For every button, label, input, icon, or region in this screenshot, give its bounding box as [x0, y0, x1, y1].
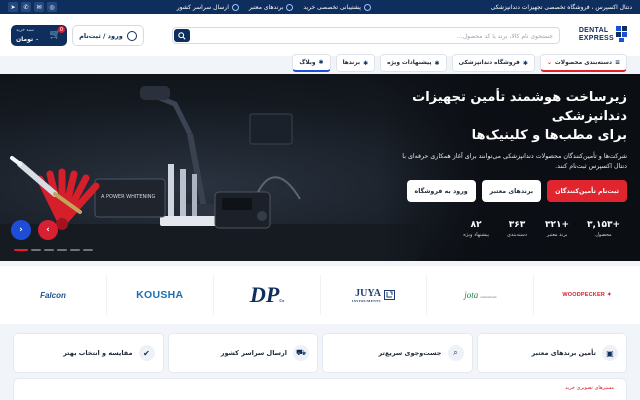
cart-count-badge: 0: [58, 26, 65, 33]
perk-brands: برندهای معتبر: [249, 3, 294, 11]
features-row: ▣ تأمین برندهای معتبر ⌕ جست‌وجوی سریع‌تر…: [13, 333, 627, 373]
cart-label: سبد خرید: [16, 28, 34, 33]
stat-products: +۳,۱۵۳ محصول: [587, 220, 620, 238]
slider-dot[interactable]: [14, 249, 28, 251]
slider-dot[interactable]: [83, 249, 93, 251]
slider-next-button[interactable]: ›: [11, 220, 31, 240]
slider-dot[interactable]: [44, 249, 54, 251]
search-button[interactable]: [174, 29, 190, 42]
whatsapp-icon[interactable]: ✆: [21, 2, 32, 12]
hero-description: شرکت‌ها و تأمین‌کنندگان محصولات دندانپزش…: [402, 153, 627, 170]
stat-brands: +۳۲۱ برند معتبر: [545, 220, 570, 238]
site-tagline: دنتال اکسپرس ، فروشگاه تخصصی تجهیزات دند…: [490, 3, 632, 11]
stat-categories: ۳۶۳ دسته‌بندی: [506, 220, 528, 238]
chevron-down-icon: ⌄: [546, 59, 552, 66]
hero-cta-group: ثبت‌نام تأمین‌کنندگان برندهای معتبر ورود…: [406, 180, 627, 202]
star-icon: ✱: [318, 59, 324, 66]
menu-icon: ≡: [614, 59, 620, 66]
user-icon: [126, 30, 137, 41]
nav-blog[interactable]: ✱ وبلاگ: [292, 54, 331, 72]
brands-strip: ✦ WOODPECKER jota switzerland JUYA INSTRUME…: [0, 266, 640, 324]
feature-fast-search: ⌕ جست‌وجوی سریع‌تر: [322, 333, 473, 373]
logo-mark-icon: [616, 26, 628, 42]
slider-dot[interactable]: [70, 249, 80, 251]
chevron-right-icon: ›: [19, 225, 23, 235]
instagram-icon[interactable]: ◎: [47, 2, 58, 12]
feature-trusted-brands: ▣ تأمین برندهای معتبر: [476, 333, 627, 373]
hero-text-block: زیرساخت هوشمند تأمین تجهیزات دندانپزشکی …: [402, 88, 627, 172]
nav-categories[interactable]: ≡ دسته‌بندی محصولات ⌄: [539, 54, 627, 72]
nav-dental-store[interactable]: ✱ فروشگاه دندانپزشکی: [451, 54, 535, 72]
hero-dental-equipment-image: A POWER WHITENING: [0, 86, 420, 261]
star-icon: ✱: [434, 59, 440, 67]
trusted-brands-button[interactable]: برندهای معتبر: [481, 180, 542, 202]
perks-list: پشتیبانی تخصصی خرید برندهای معتبر ارسال …: [177, 3, 371, 11]
brand-logo-woodpecker[interactable]: ✦ WOODPECKER: [533, 275, 640, 315]
cart-value: ۰ تومان: [16, 36, 39, 43]
perk-support: پشتیبانی تخصصی خرید: [303, 3, 371, 11]
nav-special-offers[interactable]: ✱ پیشنهادات ویژه: [380, 54, 447, 72]
logo-text-line1: DENTAL: [578, 27, 609, 34]
chevron-left-icon: ‹: [46, 225, 50, 235]
hero-stats: +۳,۱۵۳ محصول +۳۲۱ برند معتبر ۳۶۳ دسته‌بن…: [463, 220, 620, 238]
site-logo[interactable]: DENTAL EXPRESS: [566, 24, 628, 46]
brand-logo-kousha[interactable]: KOUSHA: [105, 275, 213, 315]
nav-brands[interactable]: ✱ برندها: [335, 54, 376, 72]
woodpecker-bird-icon: ✦: [607, 292, 612, 298]
login-label: ورود / ثبت‌نام: [79, 31, 123, 40]
telegram-icon[interactable]: ➤: [8, 2, 19, 12]
truck-icon: [231, 3, 239, 11]
top-info-bar: دنتال اکسپرس ، فروشگاه تخصصی تجهیزات دند…: [0, 0, 640, 14]
login-button[interactable]: ورود / ثبت‌نام: [72, 25, 144, 46]
hero-title: زیرساخت هوشمند تأمین تجهیزات دندانپزشکی …: [412, 90, 627, 143]
check-icon: ✔: [138, 345, 155, 361]
enter-store-button[interactable]: ورود به فروشگاه: [406, 180, 476, 202]
search-icon: [178, 31, 186, 40]
box-icon: ▣: [602, 345, 618, 361]
star-icon: ✱: [522, 59, 528, 67]
stat-special-offers: ۸۲ پیشنهاد ویژه: [463, 220, 489, 238]
brand-logo-jota[interactable]: jota switzerland: [426, 275, 533, 315]
site-header: DENTAL EXPRESS ورود / ثبت‌نام 🛒 0 سبد خر…: [0, 14, 640, 56]
brand-logo-falcon[interactable]: Falcon: [0, 275, 106, 315]
cart-button[interactable]: 🛒 0 سبد خرید ۰ تومان: [11, 25, 67, 46]
email-icon[interactable]: ✉: [34, 2, 45, 12]
slider-dot[interactable]: [57, 249, 67, 251]
slider-dot[interactable]: [31, 249, 41, 251]
hero-image-text: A POWER WHITENING: [101, 194, 155, 200]
brand-logo-dp[interactable]: DPCo.: [212, 275, 320, 315]
section-kicker: مسیرهای تصویری خرید: [565, 385, 614, 391]
badge-icon: [286, 3, 294, 11]
slider-prev-button[interactable]: ‹: [38, 220, 58, 240]
social-links: ➤ ✆ ✉ ◎: [8, 2, 58, 12]
slider-dots: [14, 249, 93, 251]
hero-banner: A POWER WHITENING زیرساخت هوشمند تأمین ت…: [0, 74, 640, 261]
support-icon: [363, 3, 371, 11]
search-input[interactable]: [203, 30, 553, 42]
feature-compare: ✔ مقایسه و انتخاب بهتر: [13, 333, 164, 373]
supplier-signup-button[interactable]: ثبت‌نام تأمین‌کنندگان: [547, 180, 627, 202]
search-bar: [172, 27, 560, 44]
logo-text-line2: EXPRESS: [578, 35, 614, 42]
brand-logo-juya[interactable]: JUYA INSTRUMENTS: [319, 275, 427, 315]
truck-icon: ⛟: [293, 345, 309, 361]
juya-mark-icon: [383, 290, 395, 300]
search-icon: ⌕: [447, 345, 464, 361]
main-nav: ≡ دسته‌بندی محصولات ⌄ ✱ فروشگاه دندانپزش…: [0, 52, 640, 74]
star-icon: ✱: [363, 59, 369, 67]
feature-nationwide-shipping: ⛟ ارسال سراسر کشور: [167, 333, 318, 373]
perk-shipping: ارسال سراسر کشور: [177, 3, 239, 11]
visual-shopping-section: مسیرهای تصویری خرید: [13, 378, 627, 400]
